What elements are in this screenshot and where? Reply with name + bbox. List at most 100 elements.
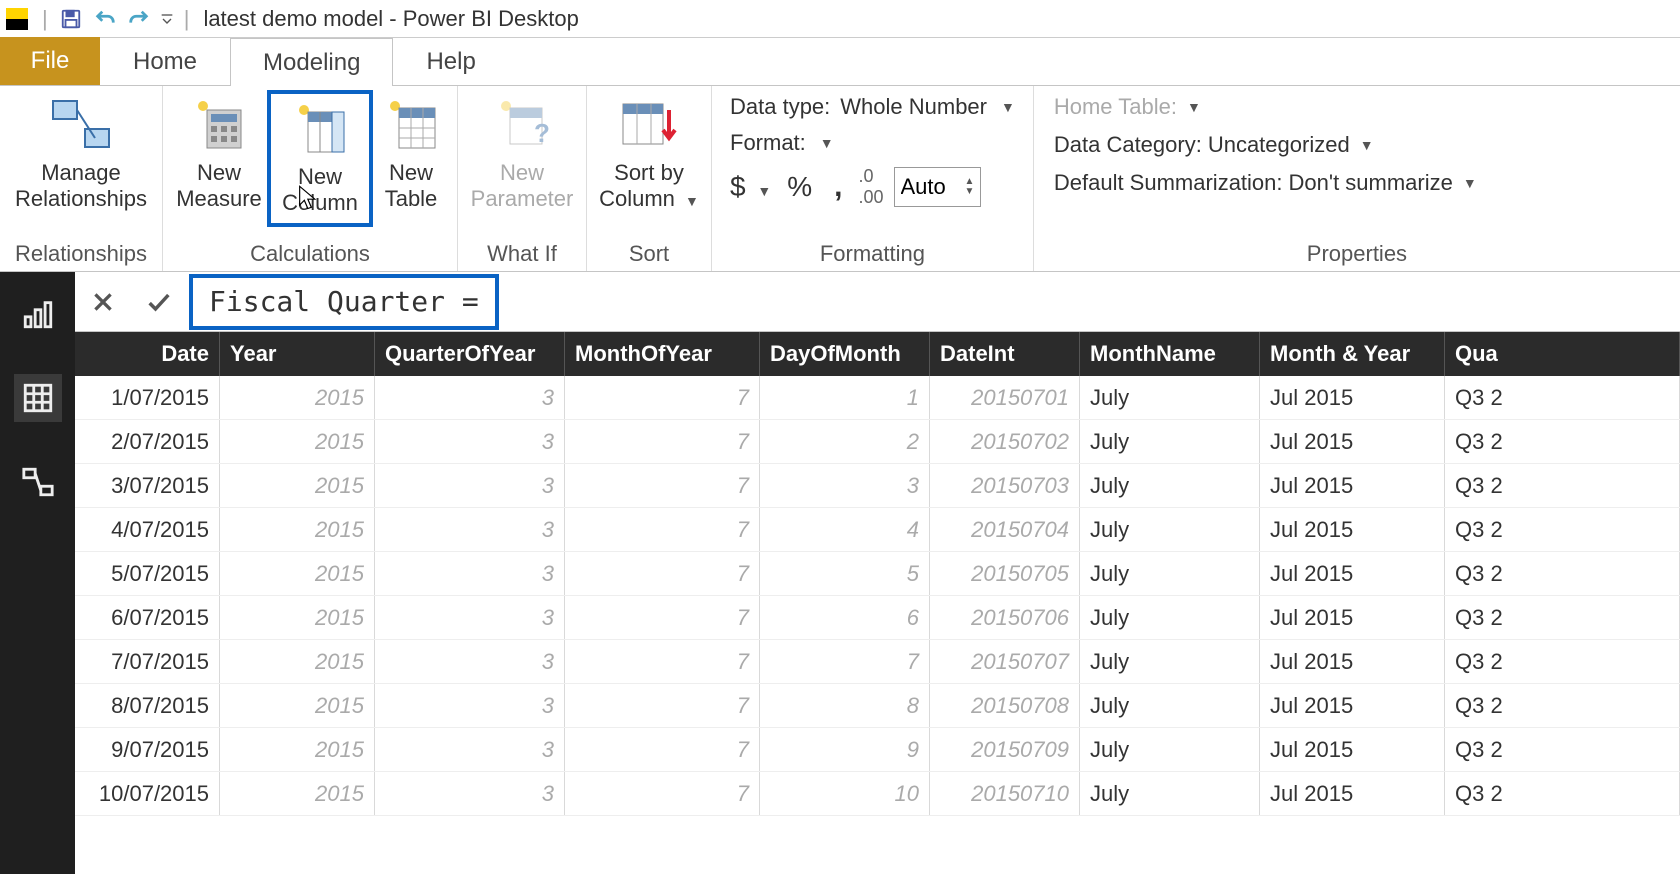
tab-help[interactable]: Help: [393, 37, 508, 85]
new-measure-button[interactable]: New Measure: [171, 90, 267, 213]
cell-dateint: 20150704: [930, 508, 1080, 551]
save-button[interactable]: [54, 2, 88, 36]
redo-button[interactable]: [122, 2, 156, 36]
table-row[interactable]: 6/07/2015201537620150706JulyJul 2015Q3 2: [75, 596, 1680, 640]
right-area: Fiscal Quarter = Date Year QuarterOfYear…: [75, 272, 1680, 874]
cell-year: 2015: [220, 728, 375, 771]
cell-monthname: July: [1080, 464, 1260, 507]
col-monthname[interactable]: MonthName: [1080, 332, 1260, 376]
cell-quarter: 3: [375, 728, 565, 771]
tab-modeling[interactable]: Modeling: [230, 38, 393, 86]
group-label-relationships: Relationships: [8, 239, 154, 271]
col-quarterofyear[interactable]: QuarterOfYear: [375, 332, 565, 376]
cell-quarter: 3: [375, 420, 565, 463]
cell-qua: Q3 2: [1445, 376, 1680, 419]
sort-by-column-label: Sort by Column ▼: [595, 160, 703, 213]
group-sort: Sort by Column ▼ Sort: [587, 86, 712, 271]
nav-model-view[interactable]: [14, 458, 62, 506]
percent-button[interactable]: %: [787, 171, 812, 203]
decimals-value[interactable]: [901, 174, 961, 200]
cell-date: 10/07/2015: [75, 772, 220, 815]
formula-commit-button[interactable]: [131, 272, 187, 332]
format-dropdown[interactable]: Format: ▼: [730, 130, 1015, 156]
cell-month: 7: [565, 596, 760, 639]
data-grid[interactable]: Date Year QuarterOfYear MonthOfYear DayO…: [75, 332, 1680, 874]
col-dateint[interactable]: DateInt: [930, 332, 1080, 376]
cell-day: 8: [760, 684, 930, 727]
cell-monthyear: Jul 2015: [1260, 508, 1445, 551]
data-type-dropdown[interactable]: Data type: Whole Number ▼: [730, 94, 1015, 120]
col-dayofmonth[interactable]: DayOfMonth: [760, 332, 930, 376]
table-row[interactable]: 8/07/2015201537820150708JulyJul 2015Q3 2: [75, 684, 1680, 728]
table-row[interactable]: 10/07/20152015371020150710JulyJul 2015Q3…: [75, 772, 1680, 816]
ribbon: Manage Relationships Relationships New M…: [0, 86, 1680, 272]
cell-quarter: 3: [375, 684, 565, 727]
table-row[interactable]: 3/07/2015201537320150703JulyJul 2015Q3 2: [75, 464, 1680, 508]
data-category-dropdown[interactable]: Data Category: Uncategorized ▼: [1054, 132, 1477, 158]
relationships-icon: [49, 97, 113, 151]
summarization-dropdown[interactable]: Default Summarization: Don't summarize ▼: [1054, 170, 1477, 196]
formula-input[interactable]: Fiscal Quarter =: [189, 274, 499, 330]
divider: |: [42, 6, 48, 32]
col-date[interactable]: Date: [75, 332, 220, 376]
report-view-icon: [21, 297, 55, 331]
app-icon: [6, 8, 28, 30]
chevron-down-icon: ▼: [757, 183, 771, 199]
group-properties: Home Table: ▼ Data Category: Uncategoriz…: [1034, 86, 1680, 271]
col-qua[interactable]: Qua: [1445, 332, 1680, 376]
decimals-stepper[interactable]: ▲▼: [894, 167, 982, 207]
chevron-down-icon: ▼: [1187, 99, 1201, 115]
table-row[interactable]: 4/07/2015201537420150704JulyJul 2015Q3 2: [75, 508, 1680, 552]
cell-monthyear: Jul 2015: [1260, 596, 1445, 639]
new-table-label: New Table: [373, 160, 449, 213]
manage-relationships-button[interactable]: Manage Relationships: [8, 90, 154, 213]
grid-body: 1/07/2015201537120150701JulyJul 2015Q3 2…: [75, 376, 1680, 816]
left-nav: [0, 272, 75, 874]
new-table-button[interactable]: New Table: [373, 90, 449, 213]
grid-header: Date Year QuarterOfYear MonthOfYear DayO…: [75, 332, 1680, 376]
data-view-icon: [21, 381, 55, 415]
undo-button[interactable]: [88, 2, 122, 36]
column-icon: [292, 100, 348, 156]
nav-report-view[interactable]: [14, 290, 62, 338]
cell-month: 7: [565, 640, 760, 683]
group-label-calculations: Calculations: [171, 239, 449, 271]
manage-relationships-label: Manage Relationships: [8, 160, 154, 213]
cell-dateint: 20150703: [930, 464, 1080, 507]
group-label-formatting: Formatting: [720, 239, 1025, 271]
formula-cancel-button[interactable]: [75, 272, 131, 332]
table-row[interactable]: 1/07/2015201537120150701JulyJul 2015Q3 2: [75, 376, 1680, 420]
group-label-properties: Properties: [1042, 239, 1672, 271]
col-year[interactable]: Year: [220, 332, 375, 376]
table-row[interactable]: 9/07/2015201537920150709JulyJul 2015Q3 2: [75, 728, 1680, 772]
chevron-down-icon: ▼: [1360, 137, 1374, 153]
col-monthofyear[interactable]: MonthOfYear: [565, 332, 760, 376]
cell-quarter: 3: [375, 552, 565, 595]
table-row[interactable]: 7/07/2015201537720150707JulyJul 2015Q3 2: [75, 640, 1680, 684]
cell-year: 2015: [220, 772, 375, 815]
cell-day: 1: [760, 376, 930, 419]
table-row[interactable]: 2/07/2015201537220150702JulyJul 2015Q3 2: [75, 420, 1680, 464]
cell-quarter: 3: [375, 640, 565, 683]
chevron-down-icon: ▼: [1001, 99, 1015, 115]
tab-file[interactable]: File: [0, 37, 100, 85]
cell-year: 2015: [220, 640, 375, 683]
cell-year: 2015: [220, 552, 375, 595]
sort-by-column-button[interactable]: Sort by Column ▼: [595, 90, 703, 213]
currency-button[interactable]: $ ▼: [730, 171, 771, 203]
format-label: Format:: [730, 130, 806, 156]
cell-monthname: July: [1080, 684, 1260, 727]
col-monthyear[interactable]: Month & Year: [1260, 332, 1445, 376]
comma-button[interactable]: ,: [834, 170, 842, 204]
tab-home[interactable]: Home: [100, 37, 230, 85]
cell-qua: Q3 2: [1445, 420, 1680, 463]
home-table-dropdown: Home Table: ▼: [1054, 94, 1477, 120]
nav-data-view[interactable]: [14, 374, 62, 422]
qat-customize-button[interactable]: [156, 2, 178, 36]
spinner-icon[interactable]: ▲▼: [965, 177, 975, 197]
cell-quarter: 3: [375, 376, 565, 419]
undo-icon: [94, 8, 116, 30]
svg-text:?: ?: [534, 118, 550, 148]
new-column-button[interactable]: New Column: [267, 90, 373, 227]
table-row[interactable]: 5/07/2015201537520150705JulyJul 2015Q3 2: [75, 552, 1680, 596]
